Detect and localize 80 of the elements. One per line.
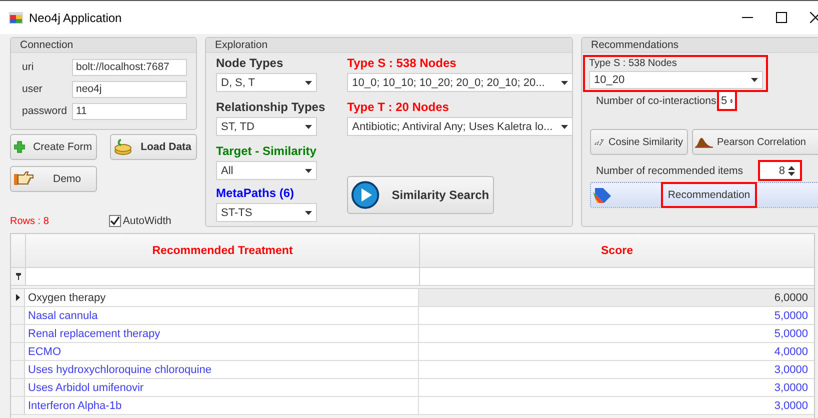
demo-button[interactable]: Demo	[10, 166, 97, 192]
table-row[interactable]: Uses hydroxychloroquine chloroquine 3,0000	[11, 361, 814, 379]
similarity-search-button[interactable]: Similarity Search	[347, 176, 494, 214]
table-cell-text: 5,0000	[773, 308, 809, 324]
number-spinner[interactable]: 8	[760, 162, 800, 179]
input-field[interactable]: neo4j	[72, 80, 187, 98]
create-form-button[interactable]: Create Form	[10, 134, 97, 160]
close-icon[interactable]	[810, 12, 818, 23]
maximize-icon[interactable]	[776, 12, 787, 23]
table-row[interactable]: ECMO 4,0000	[11, 343, 814, 361]
dropdown[interactable]: ST-TS	[216, 203, 317, 222]
caret-icon	[305, 168, 312, 172]
selector-label: Target - Similarity	[216, 144, 318, 158]
input-field[interactable]: bolt://localhost:7687	[72, 58, 187, 76]
spinner-label: Number of recommended items	[595, 164, 744, 176]
dropdown[interactable]: All	[216, 161, 317, 180]
pearson-correlation-button[interactable]: Pearson Correlation	[692, 129, 818, 155]
row-pointer-icon	[16, 294, 20, 301]
spinner-label: Number of co-interactions	[595, 94, 717, 106]
caret-icon	[305, 124, 312, 128]
selector-label: Relationship Types	[216, 100, 326, 114]
table-cell: Uses Arbidol umifenovir	[25, 379, 419, 396]
app-icon	[9, 12, 23, 24]
caret-icon	[305, 80, 312, 84]
table-cell-text: 3,0000	[773, 362, 809, 378]
hand-icon	[14, 171, 34, 187]
node-count-label: Type S : 538 Nodes	[347, 56, 458, 70]
load-data-button[interactable]: Load Data	[110, 134, 197, 160]
table-cell: Interferon Alpha-1b	[25, 397, 419, 414]
table-row[interactable]: Oxygen therapy 6,0000	[11, 289, 814, 307]
area-chart-icon	[695, 135, 713, 149]
dropdown-label: Type S : 538 Nodes	[589, 58, 678, 69]
filter-icon	[16, 273, 20, 280]
panel-title: Recommendations	[582, 38, 818, 53]
table-cell-text: 3,0000	[773, 380, 809, 396]
dropdown[interactable]: 10_0; 10_10; 10_20; 20_0; 20_10; 20...	[347, 73, 574, 92]
coins-icon	[114, 139, 132, 155]
spin-arrows-icon[interactable]	[788, 164, 795, 176]
tag-icon	[593, 186, 613, 204]
dropdown[interactable]: 10_20	[589, 71, 763, 89]
autowidth-checkbox[interactable]	[108, 215, 121, 227]
input-field[interactable]: 11	[72, 102, 187, 120]
dropdown[interactable]: ST, TD	[216, 117, 317, 136]
selector-label: MetaPaths (6)	[216, 186, 296, 200]
field-label: password	[22, 105, 68, 117]
node-count-label: Type T : 20 Nodes	[347, 100, 450, 114]
panel-title: Exploration	[206, 38, 572, 53]
dropdown[interactable]: D, S, T	[216, 73, 317, 92]
table-row[interactable]: Interferon Alpha-1b 3,0000	[11, 397, 814, 415]
table-cell-text: 4,0000	[773, 344, 809, 360]
field-label: uri	[22, 61, 35, 73]
caret-icon	[561, 124, 568, 128]
checkbox-label: AutoWidth	[122, 215, 172, 227]
caret-icon	[751, 78, 758, 82]
table-cell: Nasal cannula	[25, 307, 419, 324]
table-cell: Renal replacement therapy	[25, 325, 419, 342]
window-title: Neo4j Application	[29, 10, 123, 24]
play-icon	[351, 180, 380, 210]
table-cell: 6,0000	[419, 289, 814, 306]
caret-icon	[561, 80, 568, 84]
column-header[interactable]: Score	[419, 234, 814, 267]
table-row[interactable]: Nasal cannula 5,0000	[11, 307, 814, 325]
row-header[interactable]	[11, 289, 25, 306]
selector-label: Node Types	[216, 56, 284, 70]
table-row[interactable]: Uses Arbidol umifenovir 3,0000	[11, 379, 814, 397]
table-row[interactable]: Renal replacement therapy 5,0000	[11, 325, 814, 343]
column-header[interactable]: Recommended Treatment	[25, 234, 419, 267]
table-cell-text: 5,0000	[773, 326, 809, 342]
dropdown[interactable]: Antibiotic; Antiviral Any; Uses Kaletra lo...	[347, 117, 574, 136]
number-spinner[interactable]: 5	[719, 92, 735, 109]
table-cell: Uses hydroxychloroquine chloroquine	[25, 361, 419, 378]
plus-icon	[14, 139, 26, 155]
recommendation-button[interactable]: Recommendation	[663, 184, 755, 206]
rows-count: Rows : 8	[10, 216, 49, 227]
cosine-similarity-button[interactable]: Cosine Similarity	[590, 129, 688, 155]
caret-icon	[305, 210, 312, 214]
field-label: user	[22, 83, 44, 95]
table-cell: ECMO	[25, 343, 419, 360]
table-cell-text: 3,0000	[773, 398, 809, 414]
panel-title: Connection	[11, 38, 196, 53]
